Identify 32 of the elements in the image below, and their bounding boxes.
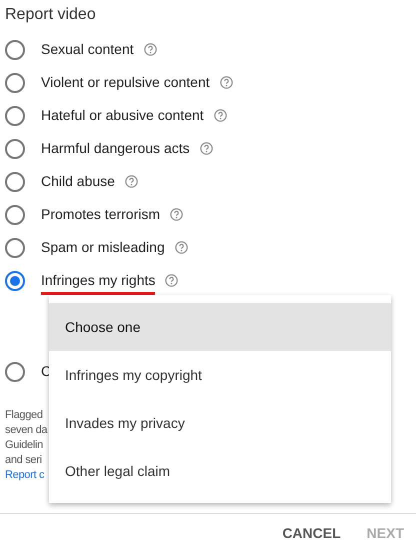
radio-button[interactable] — [5, 204, 25, 224]
option-label[interactable]: Child abuse — [41, 171, 115, 192]
radio-button[interactable] — [5, 270, 25, 290]
help-icon[interactable] — [214, 109, 227, 122]
option-label[interactable]: Violent or repulsive content — [41, 72, 210, 93]
help-icon[interactable] — [220, 76, 233, 89]
option-label[interactable]: Sexual content — [41, 39, 134, 60]
menu-item[interactable]: Choose one — [49, 303, 391, 351]
report-link[interactable]: Report c — [5, 468, 44, 483]
help-icon[interactable] — [200, 142, 213, 155]
radio-button[interactable] — [5, 362, 25, 382]
radio-button[interactable] — [5, 106, 25, 126]
help-icon[interactable] — [170, 208, 184, 221]
radio-button[interactable] — [5, 172, 25, 192]
dialog-title: Report video — [4, 5, 97, 25]
menu-item[interactable]: Invades my privacy — [49, 399, 391, 447]
menu-item[interactable]: Other legal claim — [49, 447, 391, 495]
option-label[interactable]: Spam or misleading — [41, 237, 165, 258]
help-icon[interactable] — [144, 43, 157, 56]
menu-item[interactable]: Infringes my copyright — [49, 351, 391, 399]
dialog-button[interactable]: CANCEL — [276, 519, 347, 548]
radio-button[interactable] — [5, 138, 25, 158]
help-icon[interactable] — [174, 241, 188, 254]
option-label[interactable]: Promotes terrorism — [41, 204, 160, 225]
radio-button[interactable] — [5, 238, 25, 258]
notice-text: Flagged seven da Guidelin and seri — [5, 408, 48, 468]
option-label[interactable]: Harmful dangerous acts — [41, 138, 190, 159]
radio-button[interactable] — [5, 40, 25, 60]
option-label[interactable]: Hateful or abusive content — [41, 105, 204, 126]
help-icon[interactable] — [165, 274, 178, 287]
help-icon[interactable] — [124, 175, 138, 188]
radio-button[interactable] — [5, 72, 25, 92]
